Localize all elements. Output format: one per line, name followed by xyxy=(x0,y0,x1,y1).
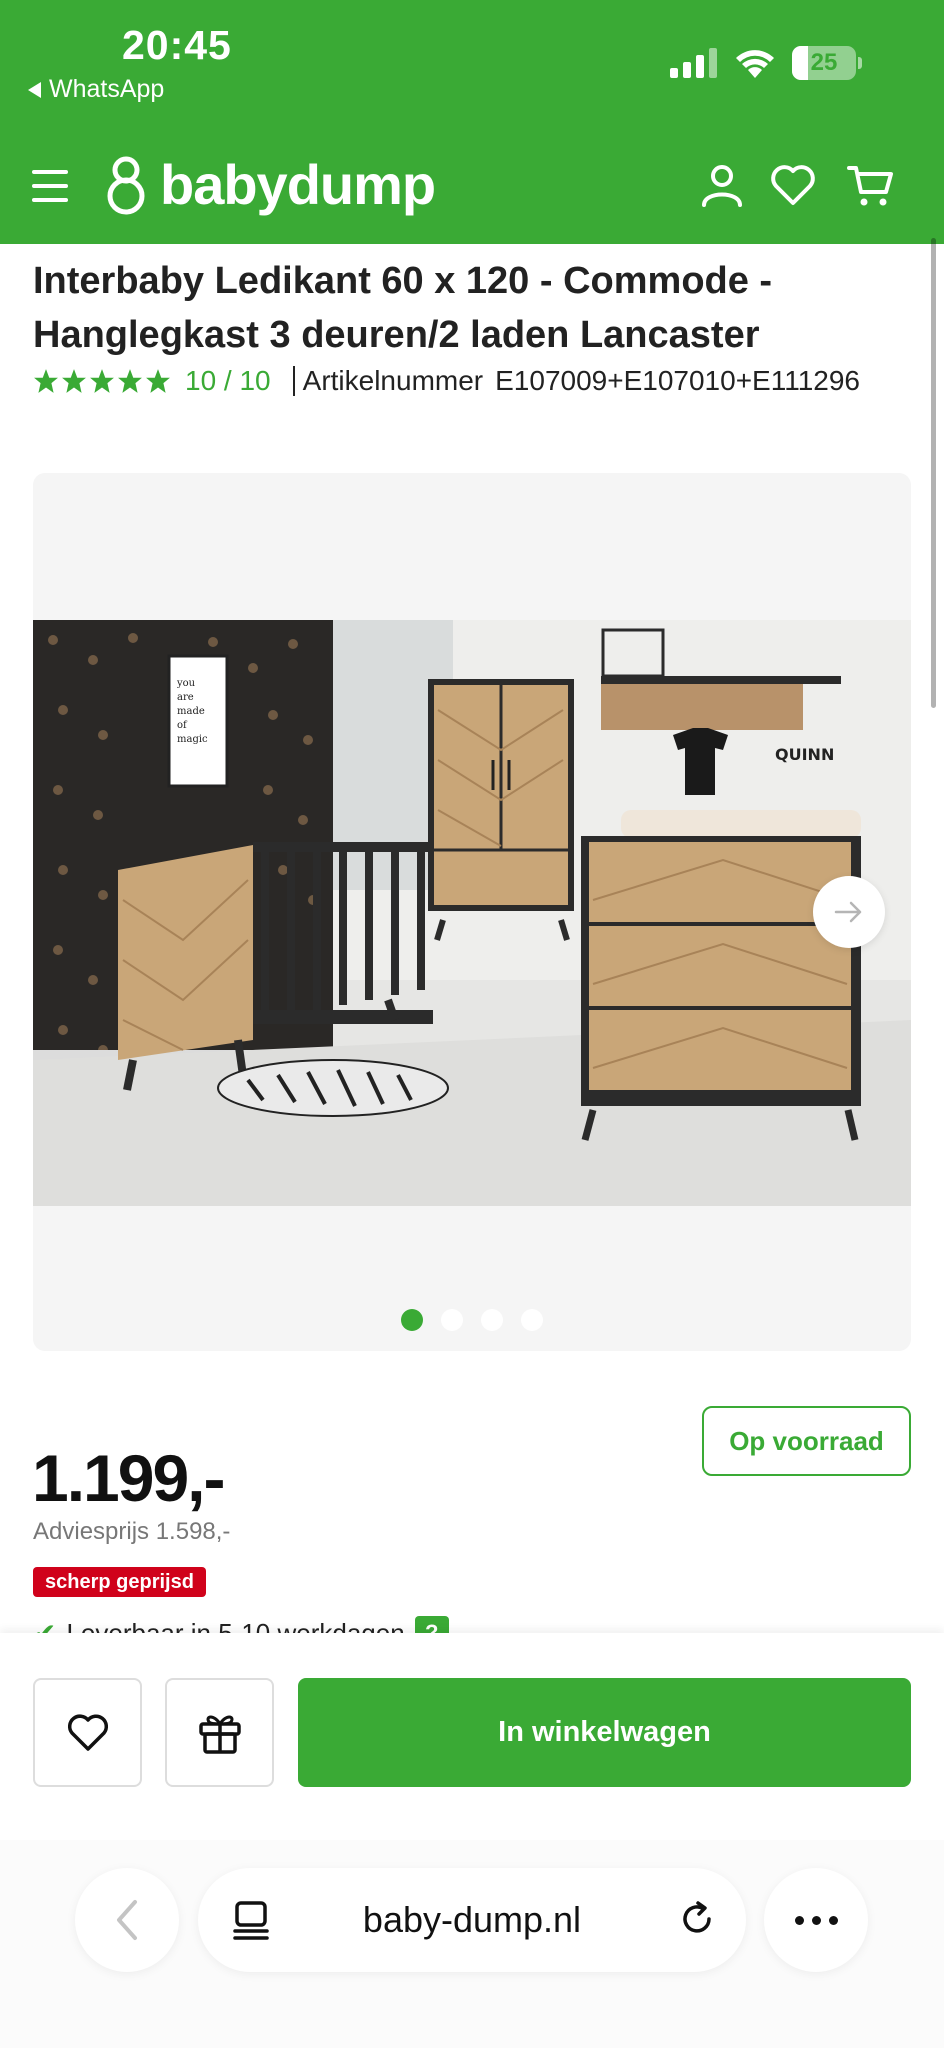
url-text: baby-dump.nl xyxy=(362,1899,582,1940)
page-scrollbar[interactable] xyxy=(931,238,936,708)
article-number-label: Artikelnummer xyxy=(302,365,484,396)
svg-text:are: are xyxy=(177,692,194,703)
heart-icon xyxy=(67,1713,108,1751)
dot-icon xyxy=(811,1915,821,1925)
back-app-label: WhatsApp xyxy=(49,75,165,103)
poster-text: you xyxy=(176,678,196,689)
battery-indicator: 25 xyxy=(792,46,862,80)
site-header: 20:45 WhatsApp 25 babydump xyxy=(0,0,944,244)
browser-back-button[interactable] xyxy=(75,1868,179,1972)
star-icon xyxy=(146,369,170,393)
user-icon[interactable] xyxy=(697,160,747,210)
gallery-next-button[interactable] xyxy=(813,876,885,948)
wall-text: QUINN xyxy=(775,745,834,764)
brand-name: babydump xyxy=(160,153,436,216)
signal-icon xyxy=(670,48,717,78)
svg-text:magic: magic xyxy=(177,734,208,745)
gift-icon xyxy=(198,1715,241,1754)
product-title: Interbaby Ledikant 60 x 120 - Commode - … xyxy=(33,260,773,356)
svg-text:of: of xyxy=(177,720,188,731)
arrow-right-icon xyxy=(834,901,862,923)
rating-score[interactable]: 10 / 10 xyxy=(185,365,271,397)
star-icon xyxy=(34,369,58,393)
article-number: E107009+E107010+E111296 xyxy=(495,365,860,396)
meta-divider xyxy=(292,366,295,396)
stock-status-badge: Op voorraad xyxy=(702,1406,911,1476)
rating-stars[interactable] xyxy=(33,368,171,394)
address-bar[interactable]: baby-dump.nl xyxy=(198,1868,746,1972)
battery-level: 25 xyxy=(810,49,838,76)
product-photo: you are made of magic QUINN xyxy=(33,620,911,1206)
add-to-cart-button[interactable]: In winkelwagen xyxy=(298,1678,911,1787)
wifi-icon xyxy=(736,50,774,78)
product-price: 1.199,- xyxy=(32,1441,225,1515)
product-gallery[interactable]: you are made of magic QUINN xyxy=(33,473,911,1351)
browser-toolbar: baby-dump.nl xyxy=(0,1840,944,2048)
advice-price: Adviesprijs 1.598,- xyxy=(33,1518,231,1545)
reload-icon[interactable] xyxy=(676,1898,718,1940)
menu-icon[interactable] xyxy=(32,166,70,206)
baby-logo-icon xyxy=(107,156,145,214)
chevron-left-icon xyxy=(117,1900,137,1940)
product-meta: 10 / 10 Artikelnummer E107009+E107010+E1… xyxy=(33,365,860,397)
gift-button[interactable] xyxy=(165,1678,274,1787)
status-time: 20:45 xyxy=(122,22,232,68)
dot-icon xyxy=(828,1915,838,1925)
wishlist-button[interactable] xyxy=(33,1678,142,1787)
dot-icon xyxy=(794,1915,804,1925)
gallery-dot[interactable] xyxy=(521,1309,543,1331)
back-arrow-icon xyxy=(28,81,41,98)
back-to-app-link[interactable]: WhatsApp xyxy=(28,75,164,104)
star-icon xyxy=(118,369,142,393)
star-icon xyxy=(62,369,86,393)
app-root: 20:45 WhatsApp 25 babydump Interbaby Led… xyxy=(0,0,944,2048)
gallery-dot[interactable] xyxy=(401,1309,423,1331)
gallery-dot[interactable] xyxy=(481,1309,503,1331)
gallery-pagination xyxy=(33,1309,911,1331)
svg-text:made: made xyxy=(177,706,205,717)
more-options-button[interactable] xyxy=(764,1868,868,1972)
cart-icon[interactable] xyxy=(846,160,896,210)
price-badge: scherp geprijsd xyxy=(33,1567,206,1597)
star-icon xyxy=(90,369,114,393)
brand-logo[interactable]: babydump xyxy=(102,152,436,217)
heart-icon[interactable] xyxy=(768,160,818,210)
gallery-dot[interactable] xyxy=(441,1309,463,1331)
